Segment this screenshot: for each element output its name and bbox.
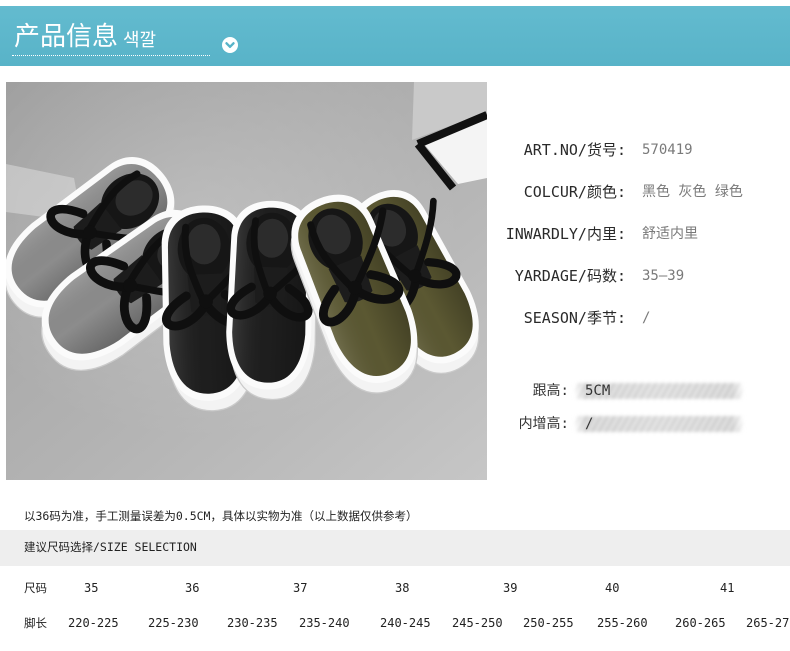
foot-length-cell: 245-250 [452,616,503,630]
size-cell: 36 [185,581,200,595]
spec-row-season: SEASON/季节: / [0,308,790,328]
spec-value: / [585,416,594,432]
spec-row-lining: INWARDLY/内里: 舒适内里 [0,224,790,244]
size-selection-title: 建议尺码选择/SIZE SELECTION [24,540,197,554]
spec-row-size-range: YARDAGE/码数: 35—39 [0,266,790,286]
spec-row-color: COLCUR/颜色: 黑色 灰色 绿色 [0,182,790,202]
foot-length-cell: 230-235 [227,616,278,630]
size-cell: 38 [395,581,410,595]
foot-length-cell: 225-230 [148,616,199,630]
size-row-label: 尺码 [24,581,47,595]
section-header: 产品信息 색깔 [0,6,790,66]
spec-value: 35—39 [642,268,685,284]
foot-length-row: 脚长 220-225 225-230 230-235 235-240 240-2… [0,615,790,631]
dotted-underline [12,55,210,56]
size-cell: 37 [293,581,308,595]
spec-label: 跟高: [532,383,569,399]
spec-value: 黑色 灰色 绿色 [642,184,743,200]
spec-value: 570419 [642,142,693,158]
spec-value: / [642,310,651,326]
spec-label: INWARDLY/内里: [505,225,626,243]
spec-value: 5CM [585,383,611,399]
foot-length-cell: 250-255 [523,616,574,630]
size-cell: 39 [503,581,518,595]
foot-length-cell: 260-265 [675,616,726,630]
section-subtitle: 색깔 [123,30,157,51]
product-info-page: 产品信息 색깔 ART.NO/货号: 570419 COLCUR/颜色: 黑色 … [0,0,790,651]
size-row: 尺码 35 36 37 38 39 40 41 [0,580,790,596]
chevron-down-icon[interactable] [221,36,239,54]
spec-value: 舒适内里 [642,226,698,242]
foot-length-label: 脚长 [24,616,47,630]
foot-length-cell: 235-240 [299,616,350,630]
foot-length-cell: 220-225 [68,616,119,630]
size-cell: 35 [84,581,99,595]
foot-length-cell: 240-245 [380,616,431,630]
spec-label: ART.NO/货号: [523,141,626,159]
spec-row-art-no: ART.NO/货号: 570419 [0,140,790,160]
size-cell: 41 [720,581,735,595]
measurement-note: 以36码为准，手工测量误差为0.5CM，具体以实物为准（以上数据仅供参考） [24,509,418,523]
foot-length-cell: 255-260 [597,616,648,630]
spec-label: 内增高: [518,416,569,432]
size-cell: 40 [605,581,620,595]
foot-length-cell: 265-27 [746,616,790,630]
spec-label: YARDAGE/码数: [514,267,626,285]
spec-label: SEASON/季节: [523,309,626,327]
blur-bar [575,416,743,432]
section-title: 产品信息 [14,22,119,52]
size-selection-header: 建议尺码选择/SIZE SELECTION [0,530,790,566]
spec-label: COLCUR/颜色: [523,183,626,201]
